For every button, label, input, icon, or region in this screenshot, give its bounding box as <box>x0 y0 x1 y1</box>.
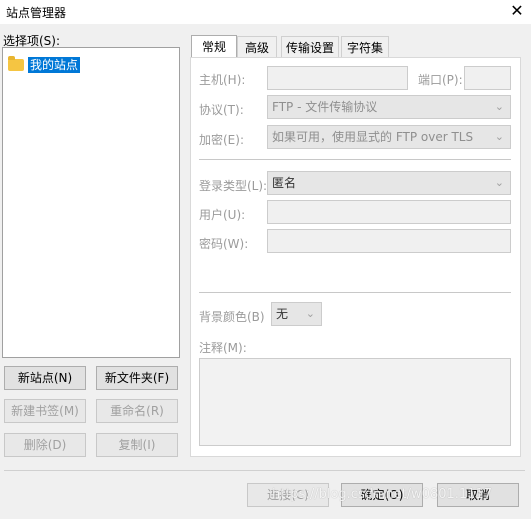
tab-general[interactable]: 常规 <box>191 35 237 59</box>
tab-transfer-settings[interactable]: 传输设置 <box>281 36 339 58</box>
tree-item-my-sites[interactable]: 我的站点 <box>8 56 81 73</box>
tree-item-label: 我的站点 <box>28 57 81 73</box>
encryption-label: 加密(E): <box>199 133 244 147</box>
cancel-button[interactable]: 取消 <box>437 483 519 507</box>
ok-button[interactable]: 确定(O) <box>341 483 423 507</box>
chevron-down-icon: ⌄ <box>494 176 504 189</box>
bg-color-value: 无 <box>276 307 289 321</box>
user-input[interactable] <box>267 200 511 224</box>
user-label: 用户(U): <box>199 208 246 222</box>
connect-button[interactable]: 连接(C) <box>247 483 329 507</box>
chevron-down-icon: ⌄ <box>305 307 315 320</box>
close-icon[interactable]: ✕ <box>505 0 529 22</box>
bg-color-label: 背景颜色(B) <box>199 310 265 324</box>
login-type-select[interactable]: 匿名 ⌄ <box>267 171 511 195</box>
login-type-label: 登录类型(L): <box>199 179 268 193</box>
tab-charset[interactable]: 字符集 <box>341 36 389 58</box>
window-title: 站点管理器 <box>6 6 67 20</box>
login-type-value: 匿名 <box>272 176 297 190</box>
tab-advanced[interactable]: 高级 <box>237 36 277 58</box>
port-input[interactable] <box>464 66 511 90</box>
general-panel: 主机(H): 端口(P): 协议(T): FTP - 文件传输协议 ⌄ 加密(E… <box>190 57 521 457</box>
rename-button[interactable]: 重命名(R) <box>96 399 178 423</box>
encryption-select[interactable]: 如果可用，使用显式的 FTP over TLS ⌄ <box>267 125 511 149</box>
host-label: 主机(H): <box>199 73 246 87</box>
host-input[interactable] <box>267 66 408 90</box>
protocol-label: 协议(T): <box>199 103 244 117</box>
copy-button[interactable]: 复制(I) <box>96 433 178 457</box>
password-label: 密码(W): <box>199 237 249 251</box>
password-input[interactable] <box>267 229 511 253</box>
protocol-select[interactable]: FTP - 文件传输协议 ⌄ <box>267 95 511 119</box>
bg-color-select[interactable]: 无 ⌄ <box>271 302 322 326</box>
port-label: 端口(P): <box>418 73 463 87</box>
comments-label: 注释(M): <box>199 341 247 355</box>
comments-textarea[interactable] <box>199 358 511 446</box>
footer-divider <box>4 470 525 471</box>
new-folder-button[interactable]: 新文件夹(F) <box>96 366 178 390</box>
divider <box>199 159 511 160</box>
chevron-down-icon: ⌄ <box>494 130 504 143</box>
site-tree[interactable]: 我的站点 <box>2 47 180 358</box>
chevron-down-icon: ⌄ <box>494 100 504 113</box>
delete-button[interactable]: 删除(D) <box>4 433 86 457</box>
new-site-button[interactable]: 新站点(N) <box>4 366 86 390</box>
new-bookmark-button[interactable]: 新建书签(M) <box>4 399 86 423</box>
divider <box>199 292 511 293</box>
protocol-value: FTP - 文件传输协议 <box>272 100 378 114</box>
folder-icon <box>8 56 24 71</box>
title-bar: 站点管理器 ✕ <box>0 0 531 24</box>
encryption-value: 如果可用，使用显式的 FTP over TLS <box>272 130 474 144</box>
